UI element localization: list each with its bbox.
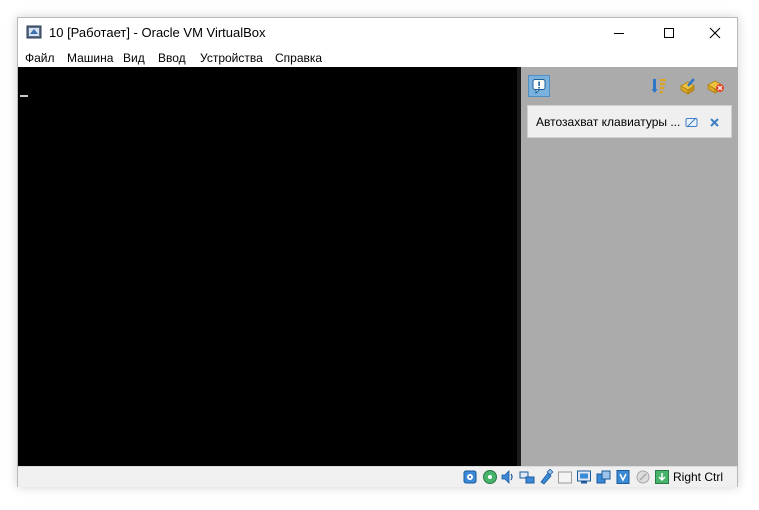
virtualbox-window: 10 [Работает] - Oracle VM VirtualBox Фай… bbox=[17, 17, 738, 487]
title-bar[interactable]: 10 [Работает] - Oracle VM VirtualBox bbox=[18, 18, 737, 48]
notification-center-panel: Автозахват клавиатуры ... bbox=[521, 67, 738, 466]
status-bar: Right Ctrl bbox=[18, 466, 737, 487]
close-all-icon bbox=[707, 80, 724, 94]
notification-center-button[interactable] bbox=[528, 75, 550, 97]
display-icon[interactable] bbox=[576, 469, 592, 485]
maximize-icon bbox=[664, 28, 674, 38]
close-icon bbox=[709, 117, 719, 127]
menu-file[interactable]: Файл bbox=[25, 51, 55, 65]
minimize-button[interactable] bbox=[596, 18, 642, 48]
host-key-label: Right Ctrl bbox=[673, 470, 724, 484]
usb-icon[interactable] bbox=[538, 469, 554, 485]
menu-input[interactable]: Ввод bbox=[158, 51, 186, 65]
optical-drive-icon[interactable] bbox=[482, 469, 498, 485]
menu-view[interactable]: Вид bbox=[123, 51, 145, 65]
shared-folders-icon[interactable] bbox=[557, 469, 573, 485]
keyboard-icon[interactable] bbox=[654, 469, 670, 485]
hard-disk-icon[interactable] bbox=[462, 469, 478, 485]
audio-icon[interactable] bbox=[500, 469, 516, 485]
notification-close-button[interactable] bbox=[707, 115, 721, 129]
close-all-notifications-button[interactable] bbox=[705, 75, 727, 97]
menu-bar: Файл Машина Вид Ввод Устройства Справка bbox=[18, 48, 737, 67]
suppress-icon bbox=[685, 117, 697, 127]
features-icon[interactable] bbox=[615, 469, 631, 485]
network-icon[interactable] bbox=[519, 469, 535, 485]
window-title: 10 [Работает] - Oracle VM VirtualBox bbox=[49, 25, 266, 40]
text-cursor bbox=[20, 95, 28, 97]
minimize-icon bbox=[614, 33, 624, 34]
notification-dont-show-button[interactable] bbox=[684, 115, 698, 129]
notification-center-icon bbox=[532, 79, 546, 94]
sort-notifications-button[interactable] bbox=[648, 75, 670, 97]
close-button[interactable] bbox=[692, 18, 738, 48]
notification-text: Автозахват клавиатуры ... bbox=[536, 115, 681, 129]
maximize-button[interactable] bbox=[646, 18, 692, 48]
menu-devices[interactable]: Устройства bbox=[200, 51, 263, 65]
clear-notifications-button[interactable] bbox=[677, 75, 699, 97]
sort-icon bbox=[651, 79, 666, 94]
vm-display[interactable] bbox=[18, 67, 517, 466]
notification-item[interactable]: Автозахват клавиатуры ... bbox=[527, 105, 732, 138]
virtualbox-app-icon bbox=[25, 23, 43, 41]
video-capture-icon[interactable] bbox=[596, 469, 612, 485]
clear-icon bbox=[680, 78, 695, 95]
mouse-integration-icon[interactable] bbox=[635, 469, 651, 485]
menu-help[interactable]: Справка bbox=[275, 51, 322, 65]
close-icon bbox=[709, 27, 721, 39]
menu-machine[interactable]: Машина bbox=[67, 51, 113, 65]
